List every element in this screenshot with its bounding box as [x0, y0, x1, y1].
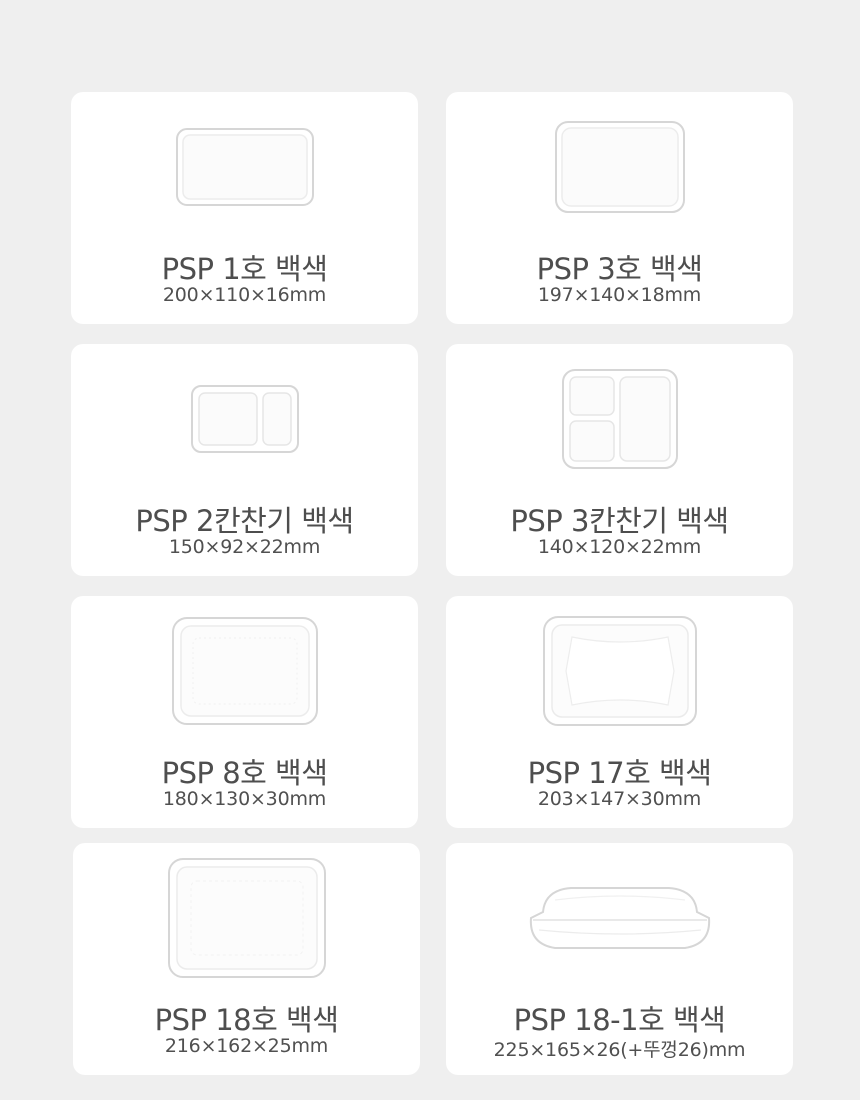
product-name: PSP 17호 백색	[527, 756, 712, 790]
product-name: PSP 2칸찬기 백색	[135, 504, 354, 538]
tray-image	[71, 92, 418, 242]
product-size: 150×92×22mm	[168, 536, 321, 558]
tray-image	[446, 92, 793, 242]
product-size: 200×110×16mm	[162, 284, 327, 306]
product-card[interactable]: PSP 18호 백색 216×162×25mm	[73, 843, 420, 1075]
lidded-container-icon	[529, 887, 710, 949]
product-name: PSP 3호 백색	[536, 252, 703, 286]
single-tray-small-icon	[175, 128, 314, 206]
product-size: 225×165×26(+뚜껑26)mm	[493, 1039, 746, 1061]
product-name: PSP 3칸찬기 백색	[510, 504, 729, 538]
product-card[interactable]: PSP 3칸찬기 백색 140×120×22mm	[446, 344, 793, 576]
product-name: PSP 8호 백색	[161, 756, 328, 790]
single-tray-square-icon	[554, 121, 685, 213]
product-name: PSP 18-1호 백색	[513, 1003, 726, 1037]
product-size: 216×162×25mm	[164, 1035, 329, 1057]
product-size: 140×120×22mm	[537, 536, 702, 558]
tray-image	[446, 843, 793, 993]
product-size: 197×140×18mm	[537, 284, 702, 306]
product-size: 180×130×30mm	[162, 788, 327, 810]
product-card[interactable]: PSP 8호 백색 180×130×30mm	[71, 596, 418, 828]
tray-image	[73, 843, 420, 993]
product-card[interactable]: PSP 3호 백색 197×140×18mm	[446, 92, 793, 324]
tray-image	[71, 344, 418, 494]
product-size: 203×147×30mm	[537, 788, 702, 810]
product-name: PSP 1호 백색	[161, 252, 328, 286]
product-name: PSP 18호 백색	[154, 1003, 339, 1037]
tray-image	[446, 344, 793, 494]
product-card[interactable]: PSP 17호 백색 203×147×30mm	[446, 596, 793, 828]
deep-tray-icon	[171, 617, 318, 725]
two-compartment-tray-icon	[190, 385, 299, 453]
product-card[interactable]: PSP 18-1호 백색 225×165×26(+뚜껑26)mm	[446, 843, 793, 1075]
tray-image	[446, 596, 793, 746]
meat-tray-ribbed-icon	[542, 616, 697, 726]
three-compartment-tray-icon	[561, 369, 678, 469]
product-card[interactable]: PSP 1호 백색 200×110×16mm	[71, 92, 418, 324]
product-card[interactable]: PSP 2칸찬기 백색 150×92×22mm	[71, 344, 418, 576]
large-tray-ribbed-icon	[167, 858, 326, 978]
tray-image	[71, 596, 418, 746]
